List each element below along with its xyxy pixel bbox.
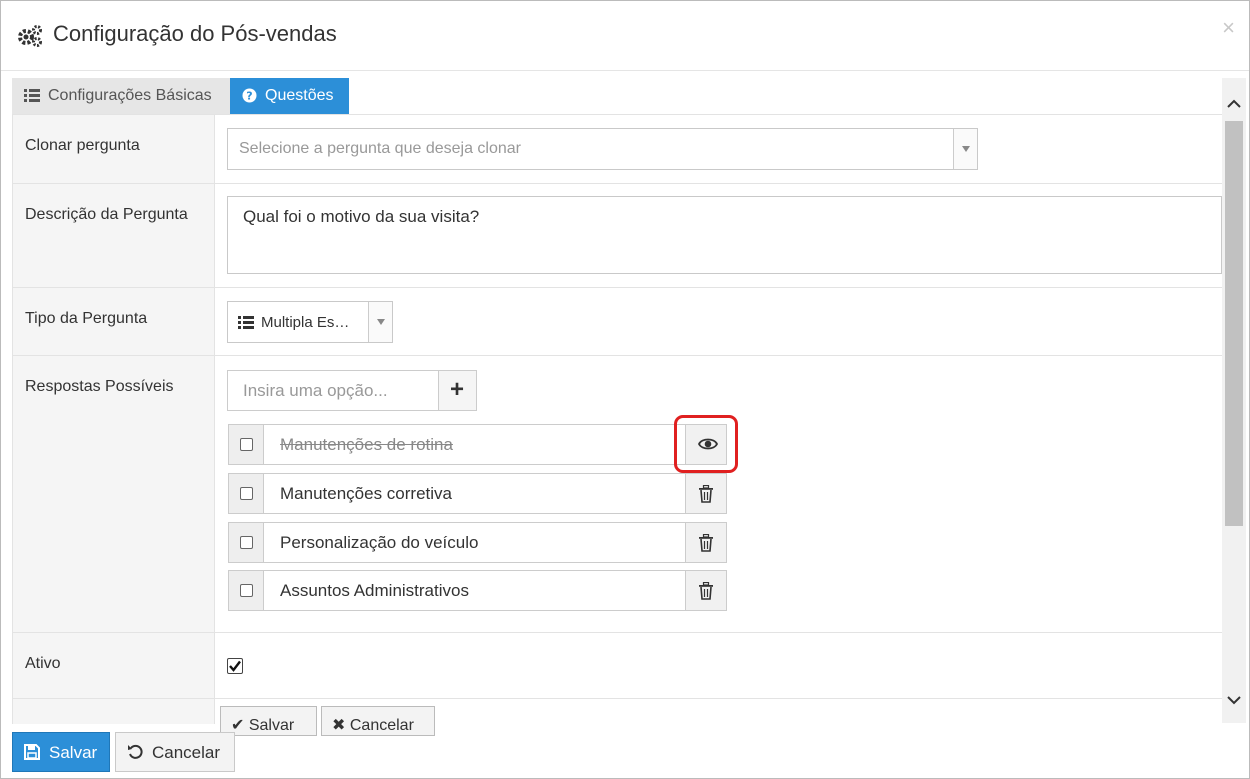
question-description-row: Descrição da Pergunta Qual foi o motivo …: [13, 183, 1222, 287]
plus-icon: +: [450, 376, 465, 403]
new-option-placeholder: Insira uma opção...: [243, 381, 388, 400]
save-button[interactable]: Salvar: [12, 732, 110, 772]
tab-questions[interactable]: ? Questões: [230, 78, 349, 114]
chevron-down-icon: [377, 319, 385, 325]
label-cell: Ativo: [13, 633, 215, 698]
trash-icon: [699, 582, 713, 600]
delete-answer-button[interactable]: [685, 522, 727, 563]
chevron-up-icon[interactable]: [1227, 98, 1241, 108]
inner-cancel-label: Cancelar: [349, 717, 414, 734]
undo-icon: [128, 744, 143, 759]
answer-text-field[interactable]: Personalização do veículo: [263, 522, 686, 563]
close-button[interactable]: ×: [1222, 15, 1235, 41]
clone-question-select[interactable]: Selecione a pergunta que deseja clonar: [227, 128, 978, 170]
svg-text:?: ?: [246, 90, 252, 103]
answer-checkbox[interactable]: [240, 438, 253, 451]
active-checkbox[interactable]: [227, 658, 243, 674]
vertical-scrollbar[interactable]: [1222, 78, 1246, 723]
question-type-value: Multipla Es…: [261, 314, 350, 331]
chevron-down-icon[interactable]: [1227, 696, 1241, 706]
question-description-textarea[interactable]: Qual foi o motivo da sua visita?: [227, 196, 1222, 274]
cancel-label: Cancelar: [152, 743, 221, 762]
list-icon: [238, 316, 254, 329]
question-type-label: Tipo da Pergunta: [25, 310, 148, 327]
clone-question-row: Clonar pergunta Selecione a pergunta que…: [13, 114, 1222, 183]
question-circle-icon: ?: [242, 88, 257, 103]
label-cell: Tipo da Pergunta: [13, 288, 215, 355]
answer-checkbox[interactable]: [240, 487, 253, 500]
delete-answer-button[interactable]: [685, 473, 727, 514]
answer-text: Manutenções de rotina: [280, 435, 453, 454]
dialog-header: Configuração do Pós-vendas ×: [1, 1, 1249, 71]
cancel-button[interactable]: Cancelar: [115, 732, 235, 772]
trash-icon: [699, 485, 713, 503]
dropdown-caret[interactable]: [368, 302, 392, 342]
form-actions-row: [13, 698, 1222, 724]
checkbox-zone: [228, 473, 264, 514]
answer-checkbox[interactable]: [240, 584, 253, 597]
label-cell: Clonar pergunta: [13, 115, 215, 183]
checkbox-zone: [228, 570, 264, 611]
gears-icon: [18, 25, 42, 47]
tab-basic-settings[interactable]: Configurações Básicas: [12, 78, 230, 114]
add-option-button[interactable]: +: [438, 370, 477, 411]
floppy-disk-icon: [24, 744, 40, 760]
active-label: Ativo: [25, 655, 61, 672]
question-type-select[interactable]: Multipla Es…: [227, 301, 393, 343]
clone-question-placeholder: Selecione a pergunta que deseja clonar: [239, 140, 521, 157]
active-row: Ativo: [13, 632, 1222, 698]
inner-save-label: Salvar: [248, 717, 295, 734]
x-icon: ✖: [332, 717, 350, 734]
answer-text: Manutenções corretiva: [280, 484, 452, 503]
scrollbar-thumb[interactable]: [1225, 121, 1243, 526]
save-label: Salvar: [49, 743, 98, 762]
new-option-input[interactable]: Insira uma opção...: [227, 370, 439, 411]
checkbox-zone: [228, 522, 264, 563]
tab-label: Questões: [265, 87, 334, 104]
answer-text-field[interactable]: Manutenções corretiva: [263, 473, 686, 514]
trash-icon: [699, 534, 713, 552]
label-cell: [13, 699, 215, 724]
configuration-dialog: Configuração do Pós-vendas × Configuraçõ…: [0, 0, 1250, 779]
checkbox-zone: [228, 424, 264, 465]
answer-text: Assuntos Administrativos: [280, 581, 469, 600]
label-cell: Descrição da Pergunta: [13, 184, 215, 287]
highlight-box: [674, 415, 738, 473]
question-type-row: Tipo da Pergunta Multipla Es…: [13, 287, 1222, 355]
dropdown-caret[interactable]: [953, 129, 977, 169]
delete-answer-button[interactable]: [685, 570, 727, 611]
tab-label: Configurações Básicas: [48, 87, 212, 104]
answer-text: Personalização do veículo: [280, 533, 479, 552]
form-panel: Clonar pergunta Selecione a pergunta que…: [12, 114, 1222, 724]
checkmark-icon: [229, 660, 241, 672]
question-description-label: Descrição da Pergunta: [25, 206, 188, 223]
list-icon: [24, 89, 40, 103]
answer-checkbox[interactable]: [240, 536, 253, 549]
possible-answers-label: Respostas Possíveis: [25, 378, 174, 395]
label-cell: Respostas Possíveis: [13, 356, 215, 632]
chevron-down-icon: [962, 146, 970, 152]
dialog-title: Configuração do Pós-vendas: [53, 21, 337, 46]
answer-text-field[interactable]: Assuntos Administrativos: [263, 570, 686, 611]
answer-text-field[interactable]: Manutenções de rotina: [263, 424, 686, 465]
inner-cancel-button[interactable]: ✖ Cancelar: [321, 706, 435, 736]
clone-question-label: Clonar pergunta: [25, 137, 140, 154]
